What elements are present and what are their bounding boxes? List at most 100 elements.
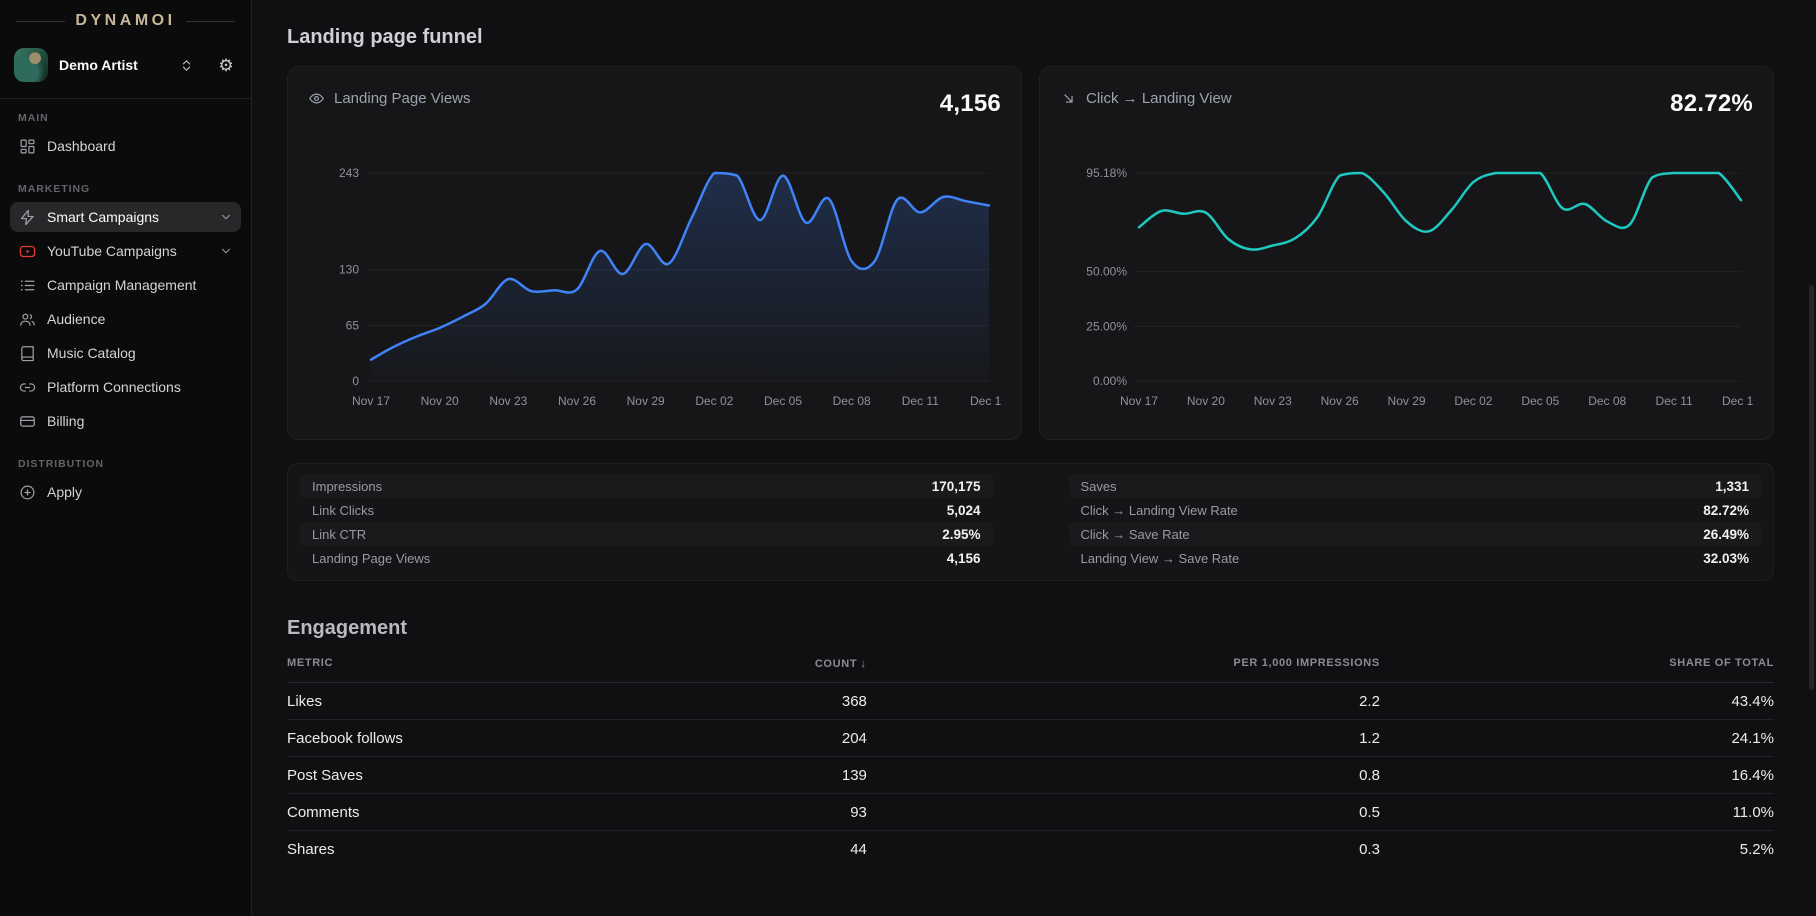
chevron-down-icon[interactable] (219, 210, 233, 224)
svg-text:Dec 11: Dec 11 (902, 394, 939, 408)
svg-text:Nov 26: Nov 26 (1321, 394, 1359, 408)
nav-section-distribution: DISTRIBUTION (10, 458, 241, 470)
metric-row-click-save-rate: Click → Save Rate 26.49% (1069, 522, 1762, 546)
svg-text:Dec 05: Dec 05 (764, 394, 802, 408)
metric-value: 1,331 (1715, 479, 1749, 494)
column-header-metric[interactable]: METRIC (287, 656, 614, 683)
card-title: Click → Landing View (1086, 90, 1232, 107)
chevron-down-icon[interactable] (219, 244, 233, 258)
sort-desc-icon: ↓ (860, 656, 867, 670)
sidebar-item-campaign-management[interactable]: Campaign Management (10, 270, 241, 300)
svg-text:Dec 11: Dec 11 (1656, 394, 1693, 408)
engagement-table: METRIC COUNT↓ PER 1,000 IMPRESSIONS SHAR… (287, 656, 1774, 868)
cell-metric: Likes (287, 683, 614, 720)
svg-text:Nov 20: Nov 20 (1187, 394, 1225, 408)
svg-text:50.00%: 50.00% (1086, 265, 1127, 279)
column-header-count[interactable]: COUNT↓ (614, 656, 867, 683)
cell-share: 5.2% (1380, 831, 1774, 868)
metric-value: 26.49% (1703, 527, 1749, 542)
card-title: Landing Page Views (334, 90, 471, 107)
sidebar-item-youtube-campaigns[interactable]: YouTube Campaigns (10, 236, 241, 266)
cell-count: 368 (614, 683, 867, 720)
sidebar-item-label: Platform Connections (47, 379, 181, 395)
svg-text:Dec 02: Dec 02 (695, 394, 733, 408)
avatar[interactable] (14, 48, 48, 82)
sidebar: DYNAMOI Demo Artist ⚙ MAIN Dashboard MAR… (0, 0, 252, 916)
cell-per-1000: 0.3 (867, 831, 1380, 868)
cell-count: 139 (614, 757, 867, 794)
funnel-metrics-panel: Impressions 170,175 Link Clicks 5,024 Li… (287, 463, 1774, 581)
svg-text:25.00%: 25.00% (1086, 319, 1127, 333)
logo-text: DYNAMOI (75, 12, 175, 30)
sidebar-item-dashboard[interactable]: Dashboard (10, 131, 241, 161)
svg-text:Nov 17: Nov 17 (352, 394, 390, 408)
column-header-per-1000[interactable]: PER 1,000 IMPRESSIONS (867, 656, 1380, 683)
table-row-post-saves: Post Saves 139 0.8 16.4% (287, 757, 1774, 794)
svg-text:Nov 23: Nov 23 (1254, 394, 1292, 408)
metric-row-click-landing-rate: Click → Landing View Rate 82.72% (1069, 498, 1762, 522)
sidebar-item-label: Billing (47, 413, 84, 429)
sidebar-divider (0, 98, 251, 99)
logo-divider-left (16, 21, 65, 22)
profile-switcher[interactable]: Demo Artist ⚙ (10, 45, 241, 85)
sidebar-item-label: Dashboard (47, 138, 116, 154)
sidebar-item-platform-connections[interactable]: Platform Connections (10, 372, 241, 402)
sidebar-item-billing[interactable]: Billing (10, 406, 241, 436)
link-icon (18, 378, 36, 396)
sidebar-item-music-catalog[interactable]: Music Catalog (10, 338, 241, 368)
sidebar-item-smart-campaigns[interactable]: Smart Campaigns (10, 202, 241, 232)
bolt-icon (18, 208, 36, 226)
metric-row-saves: Saves 1,331 (1069, 474, 1762, 498)
sidebar-item-audience[interactable]: Audience (10, 304, 241, 334)
metric-label: Impressions (312, 479, 382, 494)
svg-text:Dec 08: Dec 08 (1588, 394, 1626, 408)
svg-text:Nov 20: Nov 20 (421, 394, 459, 408)
sidebar-item-apply[interactable]: Apply (10, 477, 241, 507)
svg-text:Dec 14: Dec 14 (970, 394, 1001, 408)
metric-label: Link CTR (312, 527, 366, 542)
sidebar-item-label: Music Catalog (47, 345, 136, 361)
svg-text:Dec 02: Dec 02 (1454, 394, 1492, 408)
nav-section-main: MAIN (10, 112, 241, 124)
cell-share: 24.1% (1380, 720, 1774, 757)
main-content: Landing page funnel Landing Page Views 4… (252, 0, 1816, 916)
svg-text:Dec 05: Dec 05 (1521, 394, 1559, 408)
svg-text:Nov 26: Nov 26 (558, 394, 596, 408)
metric-row-impressions: Impressions 170,175 (300, 474, 993, 498)
sidebar-item-label: Smart Campaigns (47, 209, 159, 225)
card-value: 4,156 (940, 90, 1001, 118)
table-row-shares: Shares 44 0.3 5.2% (287, 831, 1774, 868)
svg-text:Dec 08: Dec 08 (833, 394, 871, 408)
cell-count: 44 (614, 831, 867, 868)
chevrons-up-down-icon[interactable] (175, 54, 197, 76)
cell-per-1000: 0.8 (867, 757, 1380, 794)
svg-text:0.00%: 0.00% (1093, 374, 1127, 388)
cell-metric: Comments (287, 794, 614, 831)
vertical-scrollbar[interactable] (1809, 285, 1814, 690)
cell-per-1000: 1.2 (867, 720, 1380, 757)
click-landing-view-chart[interactable]: 95.18%50.00%25.00%0.00%Nov 17Nov 20Nov 2… (1060, 153, 1753, 415)
sidebar-item-label: Campaign Management (47, 277, 196, 293)
cell-per-1000: 0.5 (867, 794, 1380, 831)
landing-page-views-chart[interactable]: 243130650Nov 17Nov 20Nov 23Nov 26Nov 29D… (308, 153, 1001, 415)
landing-page-views-card: Landing Page Views 4,156 243130650Nov 17… (287, 66, 1022, 440)
column-header-share[interactable]: SHARE OF TOTAL (1380, 656, 1774, 683)
line-chart[interactable]: 95.18%50.00%25.00%0.00%Nov 17Nov 20Nov 2… (1060, 153, 1753, 415)
engagement-title: Engagement (287, 617, 1774, 640)
svg-text:Nov 29: Nov 29 (627, 394, 665, 408)
area-chart[interactable]: 243130650Nov 17Nov 20Nov 23Nov 26Nov 29D… (308, 153, 1001, 415)
users-icon (18, 310, 36, 328)
metric-label: Click → Landing View Rate (1081, 503, 1238, 518)
svg-text:0: 0 (352, 374, 359, 388)
svg-text:95.18%: 95.18% (1086, 166, 1127, 180)
cell-share: 11.0% (1380, 794, 1774, 831)
table-row-comments: Comments 93 0.5 11.0% (287, 794, 1774, 831)
card-value: 82.72% (1670, 90, 1753, 118)
book-icon (18, 344, 36, 362)
arrow-down-right-icon (1060, 90, 1077, 107)
cell-share: 16.4% (1380, 757, 1774, 794)
youtube-icon (18, 242, 36, 260)
gear-icon[interactable]: ⚙ (215, 54, 237, 76)
cell-metric: Shares (287, 831, 614, 868)
metric-value: 5,024 (947, 503, 981, 518)
